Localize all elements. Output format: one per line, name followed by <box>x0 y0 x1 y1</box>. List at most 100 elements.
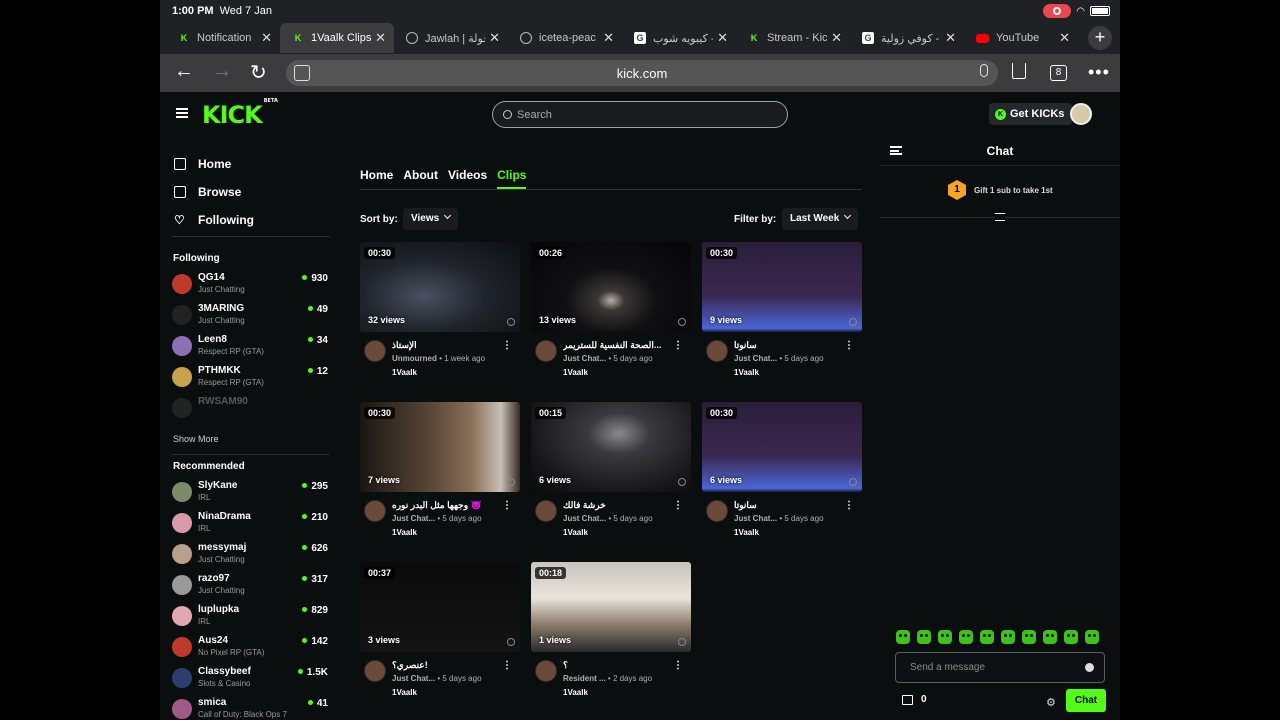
share-icon[interactable] <box>1012 63 1026 79</box>
sidebar-channel[interactable]: Classybeef Slots & Casino 1.5K <box>172 664 328 695</box>
emote-icon[interactable] <box>959 630 973 644</box>
tab-videos[interactable]: Videos <box>448 168 487 189</box>
sidebar-channel[interactable]: 3MARING Just Chatting 49 <box>172 301 328 332</box>
browser-tab[interactable]: K Stream - Kic ✕ <box>736 23 850 53</box>
creator-avatar[interactable] <box>535 500 557 522</box>
sidebar-channel[interactable]: razo97 Just Chatting 317 <box>172 571 328 602</box>
clip-creator[interactable]: 1Vaalk <box>392 368 417 377</box>
kebab-menu-icon[interactable]: ⋮ <box>844 500 854 511</box>
kebab-menu-icon[interactable]: ⋮ <box>844 340 854 351</box>
emoji-icon[interactable] <box>1085 663 1094 672</box>
clip-creator[interactable]: 1Vaalk <box>392 528 417 537</box>
close-icon[interactable]: ✕ <box>261 30 272 46</box>
creator-avatar[interactable] <box>706 500 728 522</box>
user-avatar[interactable] <box>1070 103 1092 125</box>
creator-avatar[interactable] <box>535 340 557 362</box>
emote-icon[interactable] <box>896 630 910 644</box>
sidebar-channel[interactable]: RWSAM90 <box>172 394 328 425</box>
close-icon[interactable]: ✕ <box>489 30 500 46</box>
creator-avatar[interactable] <box>364 500 386 522</box>
clip-card[interactable]: 00:30 32 views الإستاذ Unmourned • 1 week a… <box>360 242 520 382</box>
clip-thumbnail[interactable]: 00:30 32 views <box>360 242 520 332</box>
kebab-menu-icon[interactable]: ⋮ <box>673 660 683 671</box>
close-icon[interactable]: ✕ <box>945 30 956 46</box>
channel-points[interactable]: 0 <box>902 694 927 705</box>
clip-thumbnail[interactable]: 00:30 6 views <box>702 402 862 492</box>
new-tab-button[interactable]: + <box>1088 26 1112 50</box>
clip-thumbnail[interactable]: 00:26 13 views <box>531 242 691 332</box>
tab-switcher-button[interactable]: 8 <box>1050 65 1067 81</box>
tab-home[interactable]: Home <box>360 168 393 189</box>
menu-icon[interactable] <box>176 108 188 118</box>
gift-leaderboard-prompt[interactable]: 1 Gift 1 sub to take 1st <box>948 180 1053 200</box>
browser-tab[interactable]: Jawlah | جولة ✕ <box>394 23 508 53</box>
kebab-menu-icon[interactable]: ⋮ <box>502 340 512 351</box>
browser-tab[interactable]: G كيبويه شوب - ✕ <box>622 23 736 53</box>
clip-title[interactable]: سانوتا <box>734 500 842 511</box>
clip-creator[interactable]: 1Vaalk <box>392 688 417 697</box>
creator-avatar[interactable] <box>364 660 386 682</box>
clip-title[interactable]: ؟ <box>563 660 671 671</box>
sidebar-channel[interactable]: Leen8 Respect RP (GTA) 34 <box>172 332 328 363</box>
site-settings-icon[interactable] <box>294 65 310 81</box>
emote-icon[interactable] <box>980 630 994 644</box>
clip-thumbnail[interactable]: 00:15 6 views <box>531 402 691 492</box>
clip-title[interactable]: الصحة النفسية للستريمر... <box>563 340 671 351</box>
clip-creator[interactable]: 1Vaalk <box>563 368 588 377</box>
forward-icon[interactable]: → <box>212 60 232 83</box>
reload-icon[interactable]: ↻ <box>250 60 267 85</box>
sidebar-channel[interactable]: QG14 Just Chatting 930 <box>172 270 328 301</box>
mic-icon[interactable] <box>980 64 988 77</box>
sidebar-item-following[interactable]: ♡ Following <box>174 206 340 234</box>
screen-record-icon[interactable] <box>1043 4 1072 18</box>
browser-tab[interactable]: YouTube ✕ <box>964 23 1078 53</box>
clip-card[interactable]: 00:30 9 views سانوتا Just Chat... • 5 days … <box>702 242 862 382</box>
sidebar-channel[interactable]: Aus24 No Pixel RP (GTA) 142 <box>172 633 328 664</box>
emote-icon[interactable] <box>1064 630 1078 644</box>
close-icon[interactable]: ✕ <box>831 30 842 46</box>
clip-card[interactable]: 00:15 6 views خرشة فالك Just Chat... • 5 da… <box>531 402 691 542</box>
sidebar-channel[interactable]: luplupka IRL 829 <box>172 602 328 633</box>
browser-tab[interactable]: icetea-peac ✕ <box>508 23 622 53</box>
creator-avatar[interactable] <box>364 340 386 362</box>
clip-card[interactable]: 00:30 7 views وجهها مثل البدر نوره 😈 Just C… <box>360 402 520 542</box>
close-icon[interactable]: ✕ <box>375 30 386 46</box>
filter-dropdown[interactable]: Last Week <box>782 208 859 230</box>
close-icon[interactable]: ✕ <box>1059 30 1070 46</box>
sidebar-channel[interactable]: smica Call of Duty: Black Ops 7 41 <box>172 695 328 720</box>
sidebar-channel[interactable]: NinaDrama IRL 210 <box>172 509 328 540</box>
emote-icon[interactable] <box>1001 630 1015 644</box>
gear-icon[interactable]: ⚙ <box>1046 696 1056 709</box>
send-chat-button[interactable]: Chat <box>1066 689 1106 712</box>
emote-icon[interactable] <box>917 630 931 644</box>
clip-thumbnail[interactable]: 00:37 3 views <box>360 562 520 652</box>
clip-card[interactable]: 00:37 3 views عنصري؟! Just Chat... • 5 days… <box>360 562 520 702</box>
clip-title[interactable]: عنصري؟! <box>392 660 500 671</box>
sidebar-item-browse[interactable]: Browse <box>174 178 340 206</box>
expand-icon[interactable] <box>995 213 1005 221</box>
close-icon[interactable]: ✕ <box>717 30 728 46</box>
clip-creator[interactable]: 1Vaalk <box>734 528 759 537</box>
browser-tab[interactable]: G كوفي زولية - .. ✕ <box>850 23 964 53</box>
back-icon[interactable]: ← <box>174 60 194 83</box>
collapse-chat-icon[interactable] <box>890 146 902 155</box>
show-more-link[interactable]: Show More <box>173 434 219 444</box>
kebab-menu-icon[interactable]: ⋮ <box>502 660 512 671</box>
clip-creator[interactable]: 1Vaalk <box>734 368 759 377</box>
sidebar-item-home[interactable]: Home <box>174 150 340 178</box>
search-input[interactable]: Search <box>492 101 788 128</box>
sort-dropdown[interactable]: Views <box>403 208 459 230</box>
tab-about[interactable]: About <box>403 168 438 189</box>
kebab-menu-icon[interactable]: ⋮ <box>502 500 512 511</box>
kebab-menu-icon[interactable]: ⋮ <box>673 500 683 511</box>
emote-icon[interactable] <box>938 630 952 644</box>
get-kicks-button[interactable]: K Get KICKs <box>989 103 1073 125</box>
chat-message-input[interactable]: Send a message <box>895 652 1105 683</box>
clip-title[interactable]: سانوتا <box>734 340 842 351</box>
clip-title[interactable]: الإستاذ <box>392 340 500 351</box>
close-icon[interactable]: ✕ <box>603 30 614 46</box>
emote-icon[interactable] <box>1022 630 1036 644</box>
clip-title[interactable]: خرشة فالك <box>563 500 671 511</box>
browser-tab[interactable]: K Notification ✕ <box>166 23 280 53</box>
emote-icon[interactable] <box>1043 630 1057 644</box>
